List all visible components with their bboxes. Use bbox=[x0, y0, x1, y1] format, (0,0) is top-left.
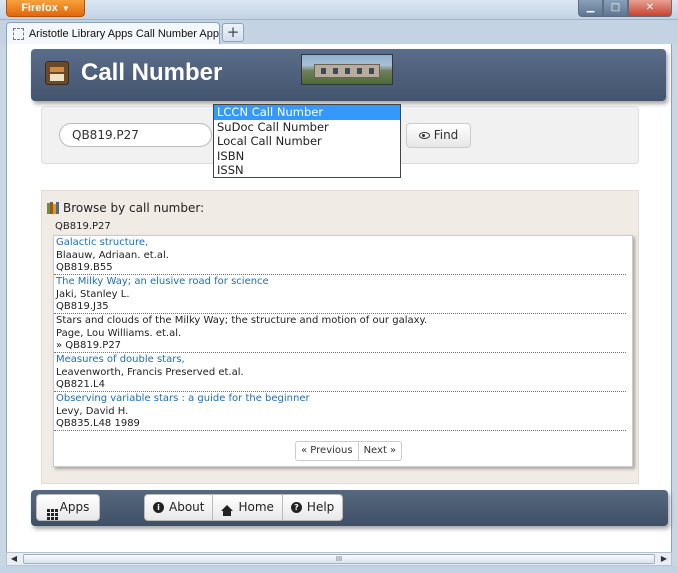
books-icon bbox=[47, 202, 59, 214]
list-item: Observing variable stars : a guide for t… bbox=[54, 392, 626, 431]
result-call-number: QB819.B55 bbox=[56, 262, 113, 273]
result-title-link[interactable]: Measures of double stars, bbox=[56, 354, 626, 367]
question-icon: ? bbox=[290, 502, 302, 513]
eye-icon bbox=[418, 132, 430, 139]
result-title-link[interactable]: The Milky Way; an elusive road for scien… bbox=[56, 276, 626, 289]
horizontal-scrollbar[interactable]: ◀ III ▶ bbox=[6, 552, 672, 566]
browser-tab[interactable]: Aristotle Library Apps Call Number App bbox=[6, 22, 220, 44]
card-catalog-icon bbox=[45, 61, 69, 85]
maximize-button[interactable]: □ bbox=[603, 0, 628, 17]
home-icon bbox=[221, 504, 234, 516]
scroll-right-icon[interactable]: ▶ bbox=[657, 553, 671, 565]
result-author: Blaauw, Adriaan. et.al. bbox=[56, 249, 169, 261]
tab-strip: Aristotle Library Apps Call Number App + bbox=[0, 20, 678, 44]
result-author: Levy, David H. bbox=[56, 405, 129, 417]
option-sudoc[interactable]: SuDoc Call Number bbox=[214, 120, 400, 135]
footer-nav-group: i About Home ? Help bbox=[144, 494, 344, 521]
list-item: Galactic structure, Blaauw, Adriaan. et.… bbox=[54, 236, 626, 275]
result-author: Jaki, Stanley L. bbox=[56, 288, 130, 300]
page-favicon-icon bbox=[13, 27, 24, 40]
apps-label: Apps bbox=[59, 500, 90, 514]
result-call-number: QB819.J35 bbox=[56, 301, 109, 312]
help-button[interactable]: ? Help bbox=[281, 495, 342, 520]
footer-toolbar: Apps i About Home ? Help bbox=[31, 490, 668, 526]
library-building-image bbox=[314, 64, 380, 78]
result-author: Leavenworth, Francis Preserved et.al. bbox=[56, 366, 244, 378]
browse-current-call-number: QB819.P27 bbox=[55, 221, 111, 232]
firefox-menu-label: Firefox bbox=[21, 2, 58, 14]
find-button[interactable]: Find bbox=[406, 123, 471, 148]
option-local[interactable]: Local Call Number bbox=[214, 134, 400, 149]
about-label: About bbox=[169, 500, 205, 514]
list-item-current: Stars and clouds of the Milky Way; the s… bbox=[54, 314, 626, 353]
grid-icon bbox=[46, 509, 58, 520]
browser-titlebar: Firefox ▼ ▁ □ ✕ bbox=[0, 0, 678, 20]
scroll-left-icon[interactable]: ◀ bbox=[7, 553, 21, 565]
result-title-link[interactable]: Galactic structure, bbox=[56, 237, 626, 250]
scrollbar-thumb[interactable]: III bbox=[23, 554, 655, 564]
result-call-number: QB821.L4 bbox=[56, 379, 105, 390]
library-photo bbox=[301, 54, 393, 85]
pagination: « Previous Next » bbox=[295, 441, 403, 461]
option-issn[interactable]: ISSN bbox=[214, 163, 400, 178]
chevron-down-icon: ▼ bbox=[61, 4, 70, 13]
result-author: Page, Lou Williams. et.al. bbox=[56, 327, 182, 339]
result-title: Stars and clouds of the Milky Way; the s… bbox=[56, 315, 428, 326]
option-isbn[interactable]: ISBN bbox=[214, 149, 400, 164]
minimize-button[interactable]: ▁ bbox=[578, 0, 603, 17]
app-header: Call Number bbox=[31, 49, 666, 101]
info-icon: i bbox=[153, 502, 164, 513]
help-label: Help bbox=[306, 500, 335, 514]
new-tab-button[interactable]: + bbox=[222, 23, 244, 42]
apps-button[interactable]: Apps bbox=[36, 494, 100, 521]
home-label: Home bbox=[238, 500, 274, 514]
list-item: The Milky Way; an elusive road for scien… bbox=[54, 275, 626, 314]
page-title: Call Number bbox=[81, 59, 223, 86]
results-list: Galactic structure, Blaauw, Adriaan. et.… bbox=[53, 235, 633, 467]
find-label: Find bbox=[433, 128, 459, 142]
firefox-menu-button[interactable]: Firefox ▼ bbox=[6, 0, 85, 17]
result-title-link[interactable]: Observing variable stars : a guide for t… bbox=[56, 393, 626, 406]
home-button[interactable]: Home bbox=[212, 495, 281, 520]
list-item: Measures of double stars, Leavenworth, F… bbox=[54, 353, 626, 392]
window-controls: ▁ □ ✕ bbox=[578, 0, 672, 17]
next-page-button[interactable]: Next » bbox=[357, 442, 402, 460]
search-type-dropdown: LCCN Call Number SuDoc Call Number Local… bbox=[213, 104, 401, 178]
tab-title: Aristotle Library Apps Call Number App bbox=[28, 27, 219, 40]
window-bottom-edge bbox=[0, 566, 678, 573]
previous-page-button[interactable]: « Previous bbox=[296, 442, 358, 460]
result-call-number: » QB819.P27 bbox=[56, 340, 122, 351]
about-button[interactable]: i About bbox=[145, 495, 212, 520]
close-window-button[interactable]: ✕ bbox=[628, 0, 672, 17]
option-lccn[interactable]: LCCN Call Number bbox=[214, 105, 400, 120]
call-number-input[interactable]: QB819.P27 bbox=[59, 123, 212, 147]
result-call-number: QB835.L48 1989 bbox=[56, 418, 140, 429]
browse-heading: Browse by call number: bbox=[47, 201, 204, 215]
browse-heading-label: Browse by call number: bbox=[63, 201, 205, 215]
browse-section: Browse by call number: QB819.P27 Galacti… bbox=[41, 190, 639, 484]
